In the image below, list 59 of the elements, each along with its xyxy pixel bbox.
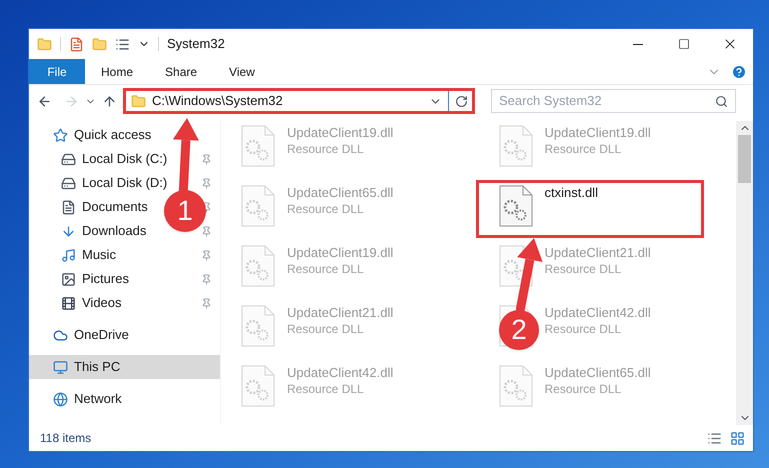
monitor-icon [53,360,68,374]
dll-file-icon [498,365,532,407]
scrollbar[interactable] [736,121,753,425]
refresh-icon[interactable] [455,94,468,108]
file-type: Resource DLL [287,141,365,157]
dll-file-icon [241,245,275,287]
picture-icon [61,272,76,286]
maximize-icon [678,38,690,50]
dll-file-icon [241,185,275,227]
ribbon-tab[interactable]: File [29,59,85,84]
nav-item[interactable]: Quick access [29,123,220,147]
item-count: 118 items [40,430,92,447]
up-icon[interactable] [102,94,117,108]
search-icon [715,94,728,108]
file-type: Resource DLL [287,381,365,397]
address-field[interactable]: C:\Windows\System32 [123,88,475,114]
nav-item[interactable]: Music [61,243,116,267]
large-icons-view-icon[interactable] [730,430,745,446]
nav-item[interactable]: Local Disk (C:) [61,147,168,171]
nav-item[interactable]: Downloads [61,219,146,243]
ribbon-tab[interactable]: Share [149,59,214,84]
download-icon [61,224,76,238]
ribbon-tab[interactable]: Home [85,59,150,84]
properties-icon[interactable] [69,36,84,52]
nav-item[interactable]: Videos [61,291,122,315]
dll-file-icon [498,185,532,227]
ribbon-tab[interactable]: View [213,59,271,84]
file-name[interactable]: ctxinst.dll [544,185,598,201]
file-type: Resource DLL [544,321,622,337]
back-icon[interactable] [37,94,52,108]
drive-icon [61,176,76,190]
file-type: Resource DLL [287,261,365,277]
file-type: Resource DLL [544,261,622,277]
file-type: Resource DLL [287,201,365,217]
scrollbar-thumb[interactable] [738,135,751,183]
cloud-icon [53,328,68,342]
document-icon [61,200,76,214]
dll-file-icon [498,125,532,167]
nav-item[interactable]: Documents [61,195,148,219]
nav-item[interactable]: Network [29,387,220,411]
file-type: Resource DLL [287,321,365,337]
dll-file-icon [241,305,275,347]
music-note-icon [61,248,76,262]
file-type: Resource DLL [544,381,622,397]
nav-item[interactable]: OneDrive [29,323,220,347]
drive-icon [61,152,76,166]
help-icon[interactable] [731,64,747,80]
window-title: System32 [167,35,226,54]
film-icon [61,296,76,310]
dll-file-icon [241,365,275,407]
nav-item[interactable]: This PC [29,355,220,379]
globe-icon [53,392,68,406]
folder-icon [131,94,146,108]
nav-item[interactable]: Pictures [61,267,129,291]
details-view-icon[interactable] [707,430,722,446]
file-type: Resource DLL [544,141,622,157]
star-icon [53,128,68,142]
dll-file-icon [241,125,275,167]
list-icon[interactable] [115,36,130,52]
